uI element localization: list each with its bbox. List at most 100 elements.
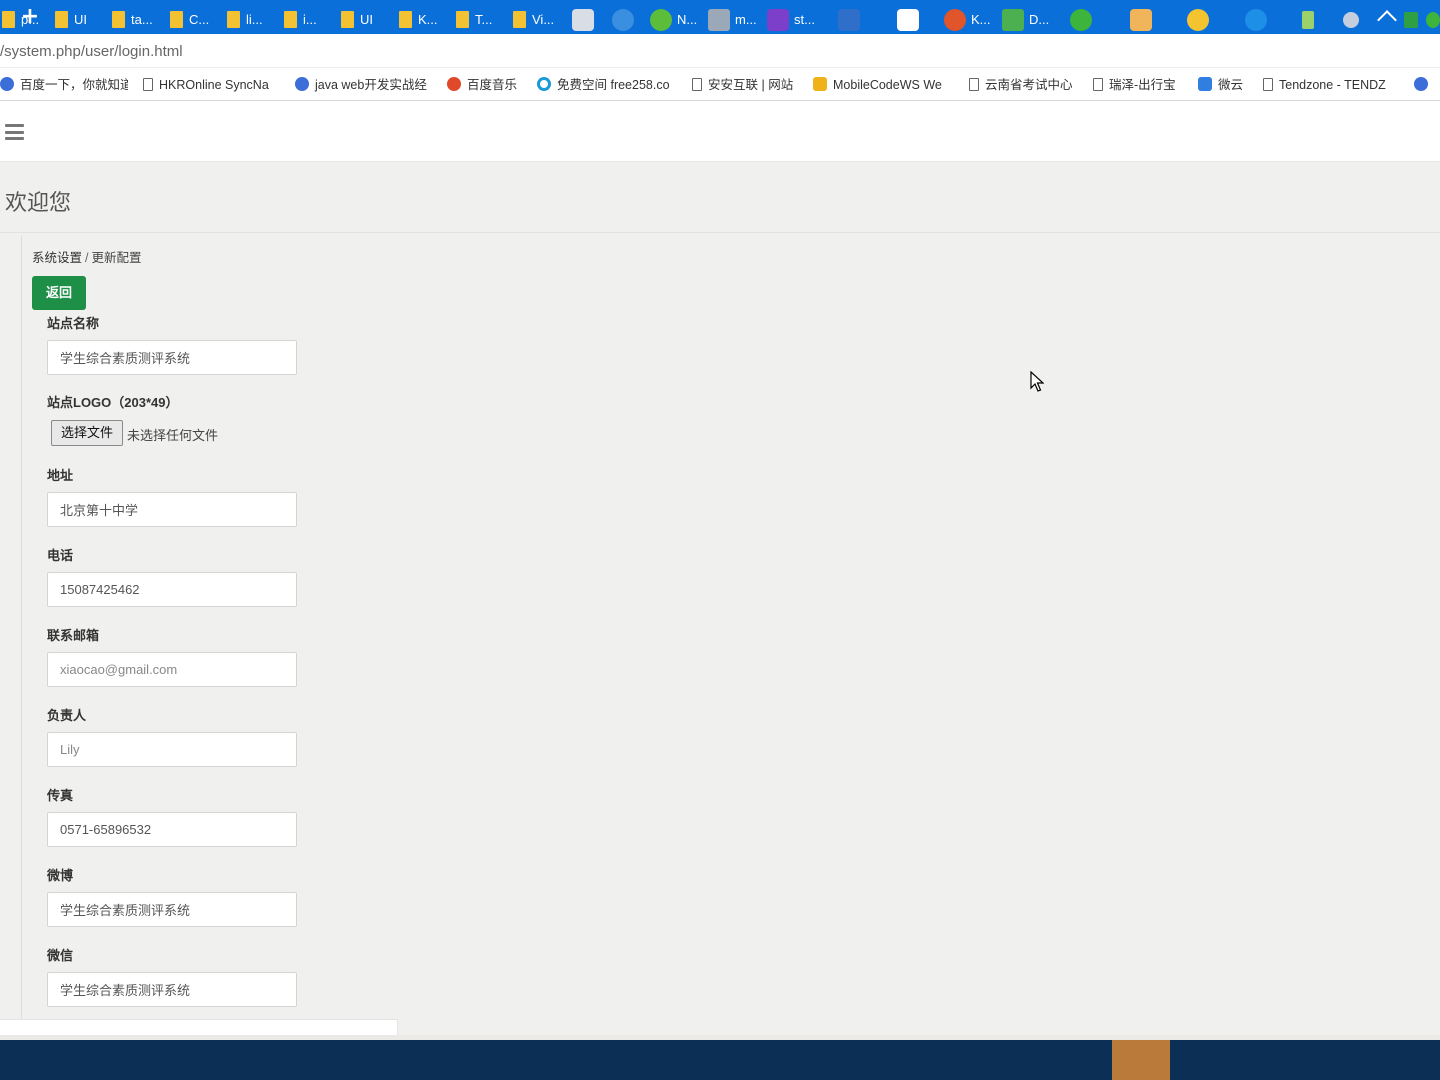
bookmark-item[interactable]: 免费空间 free258.co bbox=[537, 76, 675, 94]
menu-icon[interactable] bbox=[5, 124, 24, 140]
bookmarks-bar: 百度一下，你就知道 HKROnline SyncNa java web开发实战经… bbox=[0, 68, 1440, 101]
bookmark-item[interactable]: 云南省考试中心 bbox=[969, 76, 1079, 94]
folder-icon bbox=[112, 11, 125, 28]
bookmark-item[interactable]: 百度一下，你就知道 bbox=[0, 76, 128, 94]
taskbar bbox=[0, 1040, 1440, 1080]
fax-label: 传真 bbox=[47, 788, 74, 803]
star-icon bbox=[813, 77, 827, 91]
ie-icon[interactable] bbox=[1245, 9, 1267, 31]
address-input[interactable] bbox=[47, 492, 297, 527]
chrome-icon[interactable] bbox=[1187, 9, 1209, 31]
calendar-icon[interactable] bbox=[1130, 9, 1152, 31]
breadcrumb: 系统设置 / 更新配置 bbox=[32, 247, 142, 266]
app-header bbox=[0, 101, 1440, 162]
folder-icon bbox=[227, 11, 240, 28]
page-icon bbox=[143, 78, 153, 91]
taskbar-app-label[interactable]: K... bbox=[971, 0, 991, 40]
browser-icon[interactable] bbox=[612, 9, 634, 31]
taskbar-item[interactable]: T... bbox=[456, 0, 506, 40]
phone-input[interactable] bbox=[47, 572, 297, 607]
folder-icon bbox=[170, 11, 183, 28]
bookmark-item[interactable]: HKROnline SyncNa bbox=[143, 76, 275, 94]
choose-file-button[interactable]: 选择文件 bbox=[51, 420, 123, 446]
wechat-label: 微信 bbox=[47, 948, 74, 963]
folder-icon bbox=[456, 11, 469, 28]
divider bbox=[0, 232, 1440, 233]
cloud-icon bbox=[1198, 77, 1212, 91]
page-icon bbox=[1093, 78, 1103, 91]
taskbar-item[interactable]: K... bbox=[399, 0, 449, 40]
app-icon[interactable] bbox=[1426, 12, 1440, 28]
taskbar-item[interactable]: Vi... bbox=[513, 0, 565, 40]
paw-icon bbox=[295, 77, 309, 91]
paw-icon bbox=[1414, 77, 1428, 91]
page-icon bbox=[1263, 78, 1273, 91]
vscode-icon[interactable] bbox=[838, 9, 860, 31]
breadcrumb-separator: / bbox=[85, 251, 89, 265]
folder-icon bbox=[513, 11, 526, 28]
folder-icon bbox=[2, 11, 15, 28]
divider bbox=[21, 236, 22, 1036]
taskbar-item[interactable]: ta... bbox=[112, 0, 164, 40]
bookmark-item[interactable]: 瑞泽-出行宝 bbox=[1093, 76, 1185, 94]
taskbar-item[interactable]: UI bbox=[55, 0, 105, 40]
bookmark-item[interactable]: Tendzone - TENDZ bbox=[1263, 76, 1401, 94]
bookmark-item[interactable]: MobileCodeWS We bbox=[813, 76, 951, 94]
taskbar-active-item[interactable] bbox=[1112, 1040, 1170, 1080]
app-icon[interactable] bbox=[1404, 12, 1418, 28]
weibo-input[interactable] bbox=[47, 892, 297, 927]
address-url[interactable]: /system.php/user/login.html bbox=[0, 43, 183, 60]
folder-icon bbox=[55, 11, 68, 28]
taskbar-app-label[interactable]: st... bbox=[794, 0, 815, 40]
mouse-cursor-icon bbox=[1030, 371, 1044, 392]
email-input[interactable] bbox=[47, 652, 297, 687]
app-icon[interactable] bbox=[708, 9, 730, 31]
folder-icon bbox=[284, 11, 297, 28]
taskbar-app-label[interactable]: N... bbox=[677, 0, 697, 40]
notepad-icon[interactable] bbox=[1002, 9, 1024, 31]
page-icon bbox=[692, 78, 702, 91]
taskbar-app-label[interactable]: m... bbox=[735, 0, 757, 40]
bookmark-item[interactable]: 安安互联 | 网站 bbox=[692, 76, 802, 94]
music-icon bbox=[447, 77, 461, 91]
owner-input[interactable] bbox=[47, 732, 297, 767]
phone-label: 电话 bbox=[47, 548, 74, 563]
back-button[interactable]: 返回 bbox=[32, 276, 86, 310]
taskbar-item[interactable]: p... bbox=[2, 0, 52, 40]
taskbar-item[interactable]: C... bbox=[170, 0, 220, 40]
folder-icon bbox=[341, 11, 354, 28]
phpstorm-icon[interactable] bbox=[767, 9, 789, 31]
site-name-input[interactable] bbox=[47, 340, 297, 375]
app-icon[interactable] bbox=[650, 9, 672, 31]
fax-input[interactable] bbox=[47, 812, 297, 847]
email-label: 联系邮箱 bbox=[47, 628, 100, 643]
bookmark-item[interactable]: 微云 bbox=[1198, 76, 1250, 94]
taskbar-item[interactable]: UI bbox=[341, 0, 391, 40]
battery-icon[interactable] bbox=[1302, 11, 1314, 29]
taskbar-item[interactable]: i... bbox=[284, 0, 334, 40]
taskbar-app-label[interactable]: D... bbox=[1029, 0, 1049, 40]
address-label: 地址 bbox=[47, 468, 74, 483]
owner-label: 负责人 bbox=[47, 708, 87, 723]
page-title: 欢迎您 bbox=[5, 190, 72, 215]
paw-icon bbox=[0, 77, 14, 91]
wechat-input[interactable] bbox=[47, 972, 297, 1007]
breadcrumb-parent[interactable]: 系统设置 bbox=[32, 251, 82, 265]
weibo-label: 微博 bbox=[47, 868, 74, 883]
cloud-icon[interactable] bbox=[897, 9, 919, 31]
breadcrumb-current: 更新配置 bbox=[91, 251, 142, 265]
site-logo-label: 站点LOGO（203*49） bbox=[47, 395, 179, 410]
bookmark-item[interactable]: java web开发实战经 bbox=[295, 76, 431, 94]
file-status: 未选择任何文件 bbox=[127, 428, 219, 443]
wechat-icon[interactable] bbox=[1070, 9, 1092, 31]
app-icon[interactable] bbox=[944, 9, 966, 31]
user-icon[interactable] bbox=[1343, 12, 1359, 28]
page-icon bbox=[969, 78, 979, 91]
bookmark-item[interactable]: 百度音乐 bbox=[447, 76, 527, 94]
taskbar-item[interactable]: li... bbox=[227, 0, 277, 40]
shield-icon[interactable] bbox=[572, 9, 594, 31]
site-name-label: 站点名称 bbox=[47, 316, 100, 331]
bookmark-overflow[interactable] bbox=[1414, 76, 1434, 94]
circle-icon bbox=[537, 77, 551, 91]
folder-icon bbox=[399, 11, 412, 28]
